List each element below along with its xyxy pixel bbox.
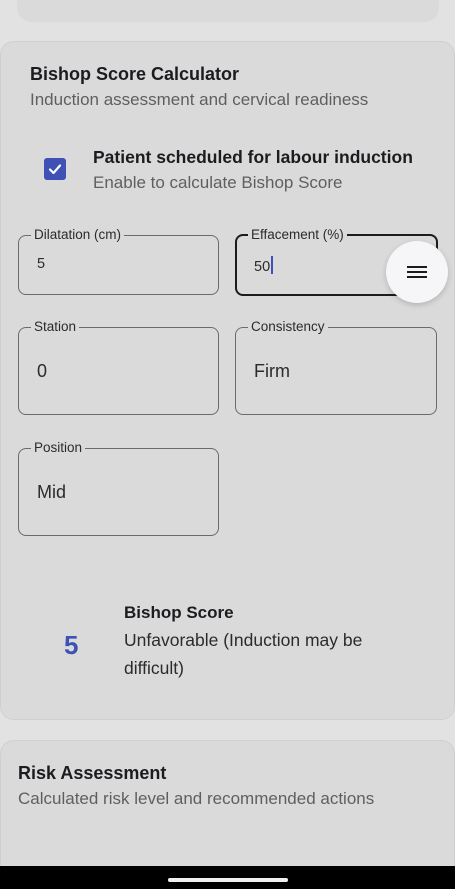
station-label: Station [31,319,80,335]
position-value: Mid [37,482,67,502]
position-field[interactable]: Position Mid [18,440,219,536]
dilatation-label: Dilatation (cm) [31,227,125,243]
previous-card [17,0,439,22]
induction-checkbox-hint: Enable to calculate Bishop Score [93,173,343,192]
bishop-score-value: 5 [64,630,79,660]
bishop-card-subtitle: Induction assessment and cervical readin… [30,90,369,109]
effacement-value: 50 [254,259,271,275]
consistency-value: Firm [254,361,290,381]
station-field[interactable]: Station 0 [18,319,219,415]
risk-card-subtitle: Calculated risk level and recommended ac… [18,789,375,808]
risk-card-title: Risk Assessment [18,763,167,783]
bishop-score-title: Bishop Score [124,603,234,622]
effacement-label: Effacement (%) [248,227,347,243]
text-caret [271,256,274,274]
bishop-card-title: Bishop Score Calculator [30,64,240,84]
dilatation-value: 5 [37,256,46,272]
consistency-label: Consistency [248,319,328,335]
bishop-score-interpretation: Unfavorable (Induction may be difficult) [124,630,363,678]
dilatation-field[interactable]: Dilatation (cm) 5 [18,227,219,295]
menu-fab[interactable] [386,241,448,303]
menu-icon [407,266,427,278]
induction-checkbox[interactable] [44,158,66,180]
effacement-value-wrap: 50 [254,256,274,275]
station-value: 0 [37,361,48,381]
checkmark-icon [48,164,62,175]
home-indicator[interactable] [168,878,288,882]
position-label: Position [31,440,86,456]
consistency-field[interactable]: Consistency Firm [235,319,437,415]
induction-checkbox-label[interactable]: Patient scheduled for labour induction [93,147,413,168]
